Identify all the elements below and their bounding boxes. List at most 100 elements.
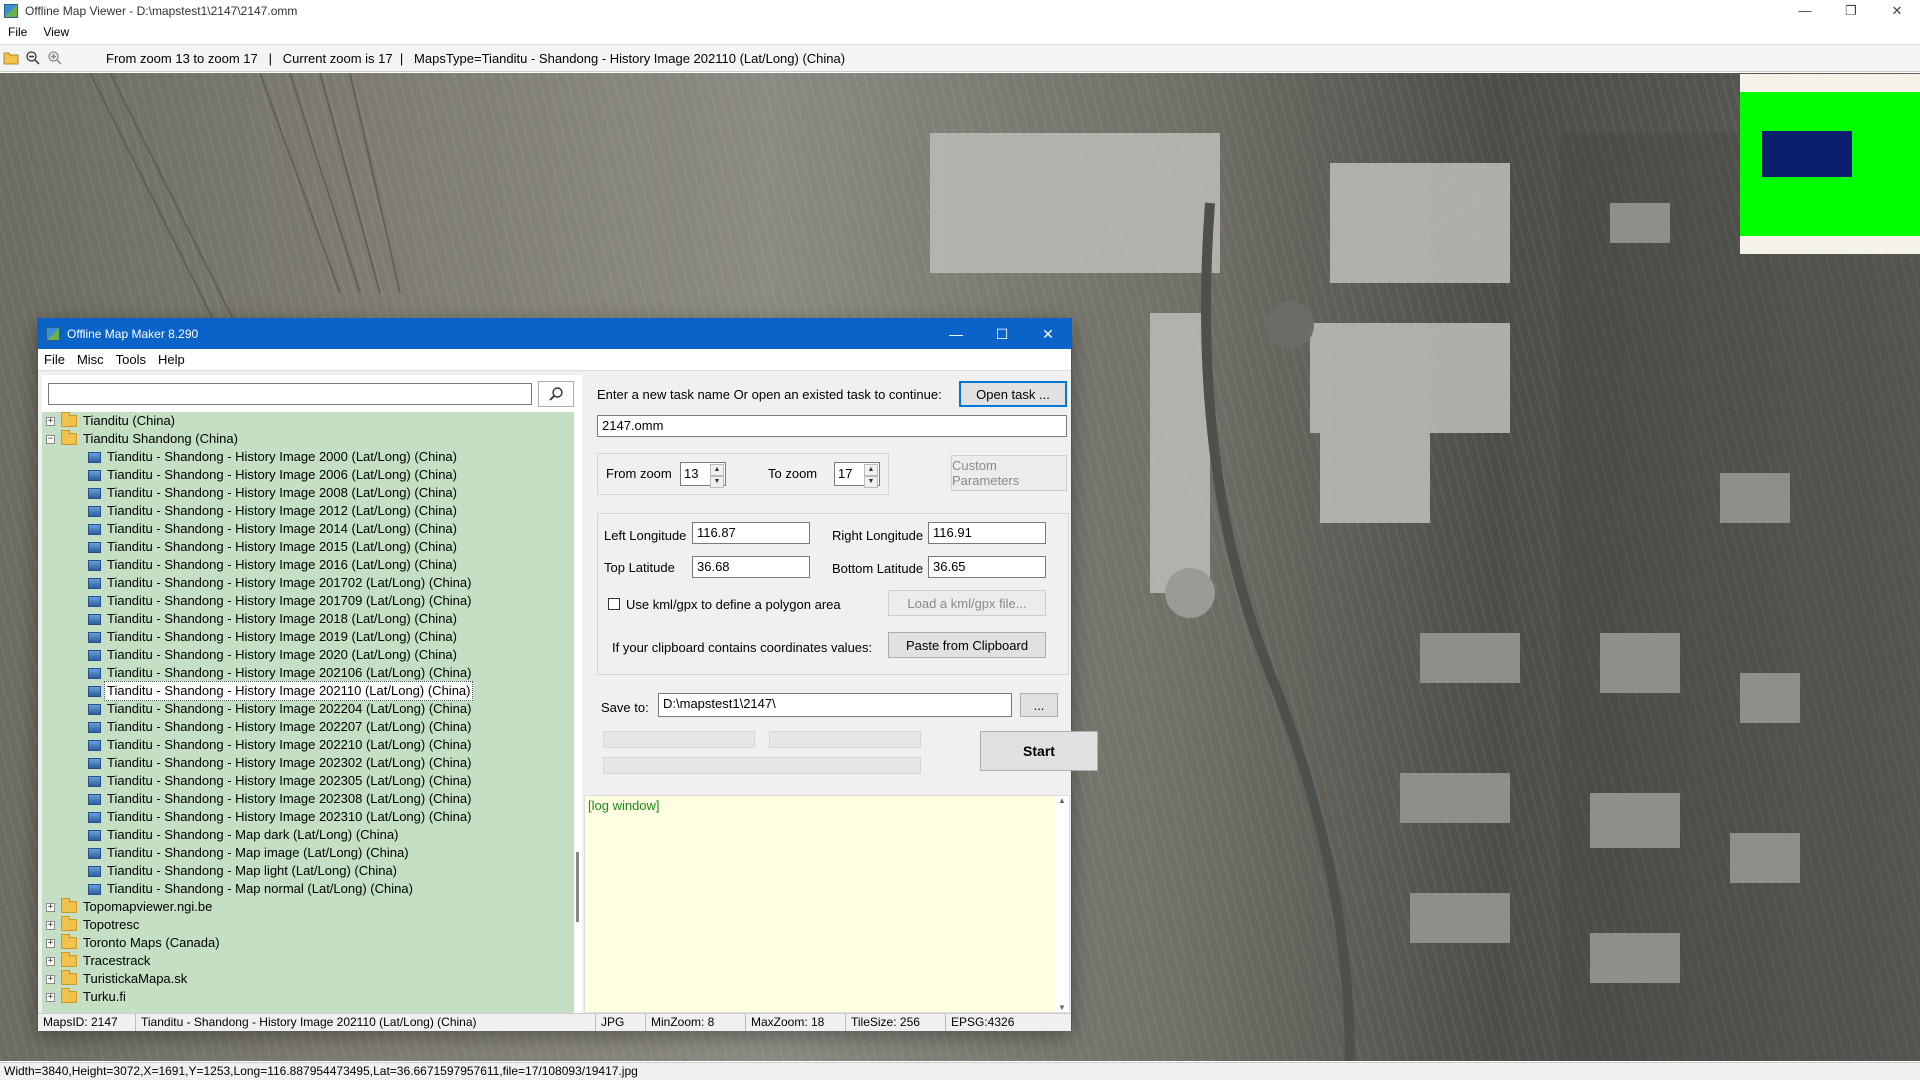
- search-input[interactable]: [48, 383, 532, 405]
- save-path-input[interactable]: D:\mapstest1\2147\: [658, 693, 1012, 717]
- from-zoom-spinner[interactable]: 13 ▲ ▼: [680, 462, 726, 488]
- tree-map-item[interactable]: Tianditu - Shandong - History Image 2008…: [42, 484, 574, 502]
- expand-icon[interactable]: +: [46, 416, 55, 426]
- status-format: JPG: [596, 1014, 646, 1031]
- tree-folder[interactable]: + Toronto Maps (Canada): [42, 934, 574, 952]
- expand-icon[interactable]: +: [46, 902, 55, 912]
- log-window[interactable]: [log window] ▲ ▼: [584, 795, 1070, 1013]
- search-button[interactable]: [538, 381, 574, 407]
- close-button[interactable]: ✕: [1874, 0, 1920, 22]
- load-kml-button[interactable]: Load a kml/gpx file...: [888, 590, 1046, 616]
- scroll-up-icon[interactable]: ▲: [1055, 796, 1069, 805]
- tree-scroll-thumb[interactable]: [576, 852, 579, 922]
- tree-folder[interactable]: + Turku.fi: [42, 988, 574, 1006]
- tree-map-item[interactable]: Tianditu - Shandong - History Image 2018…: [42, 610, 574, 628]
- bottom-latitude-input[interactable]: 36.65: [928, 556, 1046, 578]
- to-zoom-arrows[interactable]: ▲ ▼: [864, 464, 878, 488]
- collapse-icon[interactable]: −: [46, 434, 55, 444]
- tree-map-item[interactable]: Tianditu - Shandong - History Image 2022…: [42, 718, 574, 736]
- dialog-close-button[interactable]: ✕: [1025, 319, 1071, 349]
- left-longitude-input[interactable]: 116.87: [692, 522, 810, 544]
- folder-open-icon[interactable]: [0, 47, 22, 69]
- dialog-maximize-button[interactable]: ☐: [979, 319, 1025, 349]
- dialog-menu-help[interactable]: Help: [152, 352, 191, 367]
- minimap[interactable]: [1740, 74, 1920, 254]
- tree-folder[interactable]: + Topotresc: [42, 916, 574, 934]
- tree-map-item[interactable]: Tianditu - Shandong - Map dark (Lat/Long…: [42, 826, 574, 844]
- tree-map-item[interactable]: Tianditu - Shandong - History Image 2023…: [42, 808, 574, 826]
- tree-folder[interactable]: + Tracestrack: [42, 952, 574, 970]
- tree-folder[interactable]: − Tianditu Shandong (China): [42, 430, 574, 448]
- tree-map-item[interactable]: Tianditu - Shandong - History Image 2016…: [42, 556, 574, 574]
- spin-up-icon[interactable]: ▲: [864, 464, 878, 476]
- tree-folder[interactable]: + Tianditu (China): [42, 412, 574, 430]
- tree-map-item[interactable]: Tianditu - Shandong - History Image 2021…: [42, 664, 574, 682]
- tree-item-label: Tianditu - Shandong - History Image 2021…: [107, 665, 472, 680]
- scroll-down-icon[interactable]: ▼: [1055, 1003, 1069, 1012]
- tree-map-item[interactable]: Tianditu - Shandong - History Image 2022…: [42, 700, 574, 718]
- expand-icon[interactable]: +: [46, 956, 55, 966]
- map-icon: [88, 469, 101, 481]
- tree-item-label: Tianditu - Shandong - History Image 2022…: [107, 737, 472, 752]
- tree-map-item[interactable]: Tianditu - Shandong - History Image 2014…: [42, 520, 574, 538]
- tree-map-item[interactable]: Tianditu - Shandong - History Image 2000…: [42, 448, 574, 466]
- folder-icon: [61, 412, 77, 427]
- task-name-input[interactable]: 2147.omm: [597, 415, 1067, 437]
- zoom-in-icon[interactable]: [44, 47, 66, 69]
- tree-map-item[interactable]: Tianditu - Shandong - Map image (Lat/Lon…: [42, 844, 574, 862]
- expand-icon[interactable]: +: [46, 938, 55, 948]
- tree-item-label: Tianditu - Shandong - History Image 2017…: [107, 575, 472, 590]
- browse-folder-button[interactable]: ...: [1020, 693, 1058, 717]
- tree-map-item[interactable]: Tianditu - Shandong - History Image 2015…: [42, 538, 574, 556]
- expand-icon[interactable]: +: [46, 992, 55, 1002]
- dialog-title: Offline Map Maker 8.290: [67, 327, 199, 341]
- spin-up-icon[interactable]: ▲: [710, 464, 724, 476]
- tree-map-item[interactable]: Tianditu - Shandong - History Image 2017…: [42, 574, 574, 592]
- tree-map-item[interactable]: Tianditu - Shandong - History Image 2006…: [42, 466, 574, 484]
- paste-clipboard-button[interactable]: Paste from Clipboard: [888, 632, 1046, 658]
- dialog-menu-tools[interactable]: Tools: [110, 352, 152, 367]
- tree-item-label: Tianditu (China): [83, 413, 176, 428]
- custom-parameters-button[interactable]: Custom Parameters: [951, 455, 1067, 491]
- tree-map-item[interactable]: Tianditu - Shandong - Map light (Lat/Lon…: [42, 862, 574, 880]
- to-zoom-spinner[interactable]: 17 ▲ ▼: [834, 462, 880, 488]
- tree-map-item[interactable]: Tianditu - Shandong - History Image 2023…: [42, 790, 574, 808]
- from-zoom-arrows[interactable]: ▲ ▼: [710, 464, 724, 488]
- tree-scrollbar[interactable]: [574, 412, 582, 1013]
- menu-view[interactable]: View: [35, 25, 77, 39]
- minimap-viewport[interactable]: [1762, 131, 1852, 177]
- right-longitude-input[interactable]: 116.91: [928, 522, 1046, 544]
- log-scrollbar[interactable]: ▲ ▼: [1055, 796, 1069, 1012]
- expand-icon[interactable]: +: [46, 974, 55, 984]
- tree-folder[interactable]: + TuristickaMapa.sk: [42, 970, 574, 988]
- maps-tree[interactable]: + Tianditu (China) − Tianditu Shandong (Chi…: [42, 412, 574, 1013]
- tree-map-item[interactable]: Tianditu - Shandong - History Image 2022…: [42, 736, 574, 754]
- tree-map-item[interactable]: Tianditu - Shandong - History Image 2023…: [42, 754, 574, 772]
- tree-map-item[interactable]: Tianditu - Shandong - History Image 2017…: [42, 592, 574, 610]
- folder-icon: [61, 916, 77, 931]
- zoom-out-icon[interactable]: [22, 47, 44, 69]
- expand-icon[interactable]: +: [46, 920, 55, 930]
- start-button[interactable]: Start: [980, 731, 1098, 771]
- tree-item-label: Topotresc: [83, 917, 140, 932]
- maximize-button[interactable]: ❐: [1828, 0, 1874, 22]
- tree-map-item[interactable]: Tianditu - Shandong - History Image 2020…: [42, 646, 574, 664]
- top-latitude-input[interactable]: 36.68: [692, 556, 810, 578]
- dialog-menu-file[interactable]: File: [38, 352, 71, 367]
- tree-map-item[interactable]: Tianditu - Shandong - Map normal (Lat/Lo…: [42, 880, 574, 898]
- spin-down-icon[interactable]: ▼: [864, 476, 878, 488]
- dialog-minimize-button[interactable]: —: [933, 319, 979, 349]
- open-task-button[interactable]: Open task ...: [959, 381, 1067, 407]
- use-kml-checkbox[interactable]: [608, 598, 620, 610]
- tree-map-item[interactable]: Tianditu - Shandong - History Image 2019…: [42, 628, 574, 646]
- map-icon: [88, 793, 101, 805]
- minimize-button[interactable]: —: [1782, 0, 1828, 22]
- map-icon: [88, 577, 101, 589]
- tree-folder[interactable]: + Topomapviewer.ngi.be: [42, 898, 574, 916]
- spin-down-icon[interactable]: ▼: [710, 476, 724, 488]
- dialog-menu-misc[interactable]: Misc: [71, 352, 110, 367]
- tree-map-item[interactable]: Tianditu - Shandong - History Image 2023…: [42, 772, 574, 790]
- tree-map-item[interactable]: Tianditu - Shandong - History Image 2012…: [42, 502, 574, 520]
- menu-file[interactable]: File: [0, 25, 35, 39]
- tree-map-item[interactable]: Tianditu - Shandong - History Image 2021…: [42, 681, 574, 701]
